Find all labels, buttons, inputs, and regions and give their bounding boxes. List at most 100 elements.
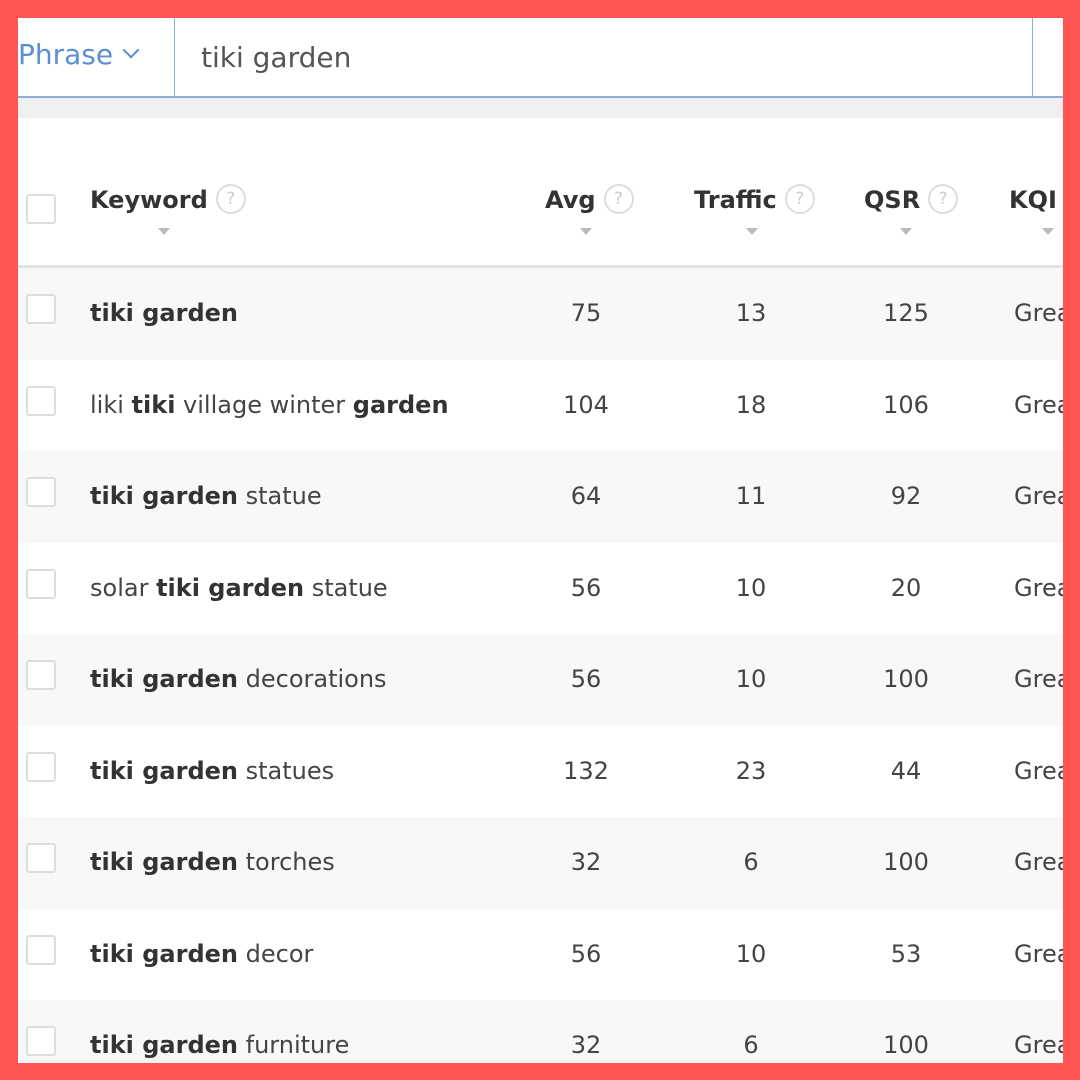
row-checkbox[interactable]	[26, 385, 56, 416]
match-type-label: Phrase	[18, 38, 114, 71]
qsr-cell: 44	[890, 756, 922, 785]
keyword-segment: liki	[90, 390, 132, 419]
keyword-segment: statues	[238, 756, 335, 785]
keyword-cell[interactable]: solar tiki garden statue	[90, 543, 388, 634]
kqi-cell: Great	[1014, 939, 1063, 968]
column-header-qsr[interactable]: QSR?	[864, 184, 959, 216]
column-header-kqi[interactable]: KQI	[1009, 186, 1057, 214]
avg-cell: 132	[563, 756, 609, 785]
keyword-segment: tiki garden	[156, 573, 305, 602]
help-icon[interactable]: ?	[784, 184, 815, 214]
table-row[interactable]: tiki garden furniture 32 6 100 Great	[18, 1000, 1063, 1063]
match-type-dropdown[interactable]: Phrase	[18, 18, 175, 96]
table-row[interactable]: tiki garden decor 56 10 53 Great	[18, 909, 1063, 1001]
column-header-avg[interactable]: Avg?	[545, 184, 634, 216]
qsr-cell: 53	[890, 939, 922, 968]
divider	[18, 98, 1063, 118]
traffic-cell: 23	[735, 756, 767, 785]
keyword-segment: tiki garden	[90, 299, 238, 327]
keyword-cell[interactable]: tiki garden statue	[90, 451, 322, 542]
avg-cell: 32	[570, 1031, 602, 1059]
sort-arrow-icon[interactable]	[746, 228, 758, 235]
column-header-traffic[interactable]: Traffic?	[694, 184, 815, 216]
kqi-cell: Great	[1014, 573, 1063, 602]
kqi-cell: Great	[1014, 482, 1063, 510]
qsr-cell: 106	[883, 390, 929, 419]
keyword-cell[interactable]: tiki garden	[90, 268, 238, 359]
kqi-cell: Great	[1014, 299, 1063, 327]
traffic-cell: 6	[743, 848, 759, 876]
keyword-segment: decorations	[238, 665, 387, 693]
qsr-cell: 100	[883, 665, 929, 693]
table-row[interactable]: tiki garden statues 132 23 44 Great	[18, 726, 1063, 818]
keyword-segment: tiki	[131, 390, 176, 419]
row-checkbox[interactable]	[26, 751, 56, 782]
avg-cell: 104	[563, 390, 609, 419]
kqi-cell: Great	[1014, 390, 1063, 419]
keyword-cell[interactable]: liki tiki village winter garden	[90, 360, 449, 451]
help-icon[interactable]: ?	[928, 184, 959, 214]
table-header: Keyword? Avg? Traffic? QSR? KQI	[18, 118, 1063, 268]
keyword-segment: garden	[352, 390, 449, 419]
kqi-cell: Great	[1014, 1031, 1063, 1059]
qsr-cell: 92	[890, 482, 922, 510]
table-row[interactable]: tiki garden 75 13 125 Great	[18, 268, 1063, 360]
traffic-cell: 11	[735, 482, 767, 510]
select-all-checkbox[interactable]	[26, 194, 56, 224]
row-checkbox[interactable]	[26, 843, 56, 873]
row-checkbox[interactable]	[26, 934, 56, 965]
table-row[interactable]: tiki garden torches 32 6 100 Great	[18, 817, 1063, 909]
traffic-cell: 10	[735, 665, 767, 693]
keyword-segment: solar	[90, 573, 157, 602]
sort-arrow-icon[interactable]	[158, 228, 170, 235]
traffic-cell: 10	[735, 573, 767, 602]
column-header-keyword[interactable]: Keyword?	[90, 184, 246, 216]
row-checkbox[interactable]	[26, 1026, 56, 1056]
row-checkbox[interactable]	[26, 477, 56, 507]
keyword-segment: statue	[238, 482, 322, 510]
sort-arrow-icon[interactable]	[900, 228, 912, 235]
avg-cell: 56	[570, 939, 602, 968]
traffic-cell: 6	[743, 1031, 759, 1059]
search-bar: Phrase	[18, 18, 1063, 98]
row-checkbox[interactable]	[26, 294, 56, 324]
row-checkbox[interactable]	[26, 660, 56, 690]
keyword-segment: statue	[304, 573, 388, 602]
traffic-cell: 13	[735, 299, 767, 327]
column-label: KQI	[1009, 186, 1057, 214]
avg-cell: 32	[570, 848, 602, 876]
keyword-segment: village winter	[175, 390, 353, 419]
sort-arrow-icon[interactable]	[580, 228, 592, 235]
table-row[interactable]: solar tiki garden statue 56 10 20 Great	[18, 543, 1063, 635]
avg-cell: 56	[570, 573, 602, 602]
keyword-segment: tiki garden	[90, 848, 238, 876]
qsr-cell: 100	[883, 848, 929, 876]
keyword-segment: torches	[238, 848, 335, 876]
column-label: Avg	[545, 186, 596, 214]
help-icon[interactable]: ?	[215, 184, 246, 214]
sort-arrow-icon[interactable]	[1042, 228, 1054, 235]
keyword-segment: tiki garden	[90, 482, 238, 510]
traffic-cell: 10	[735, 939, 767, 968]
table-row[interactable]: tiki garden statue 64 11 92 Great	[18, 451, 1063, 543]
kqi-cell: Great	[1014, 665, 1063, 693]
keyword-segment: tiki garden	[90, 1031, 238, 1059]
chevron-down-icon	[122, 41, 140, 59]
keyword-cell[interactable]: tiki garden decorations	[90, 634, 387, 725]
keyword-segment: tiki garden	[90, 665, 238, 693]
table-row[interactable]: liki tiki village winter garden 104 18 106 G…	[18, 360, 1063, 452]
keyword-segment: tiki garden	[90, 756, 238, 785]
keyword-cell[interactable]: tiki garden decor	[90, 909, 313, 1000]
keyword-segment: decor	[238, 939, 314, 968]
keyword-segment: furniture	[238, 1031, 350, 1059]
kqi-cell: Great	[1014, 756, 1063, 785]
keyword-cell[interactable]: tiki garden furniture	[90, 1000, 349, 1063]
keyword-cell[interactable]: tiki garden torches	[90, 817, 335, 908]
avg-cell: 56	[570, 665, 602, 693]
keyword-cell[interactable]: tiki garden statues	[90, 726, 334, 817]
table-row[interactable]: tiki garden decorations 56 10 100 Great	[18, 634, 1063, 726]
help-icon[interactable]: ?	[603, 184, 634, 214]
row-checkbox[interactable]	[26, 568, 56, 599]
keyword-search-input[interactable]	[175, 18, 1033, 96]
kqi-cell: Great	[1014, 848, 1063, 876]
